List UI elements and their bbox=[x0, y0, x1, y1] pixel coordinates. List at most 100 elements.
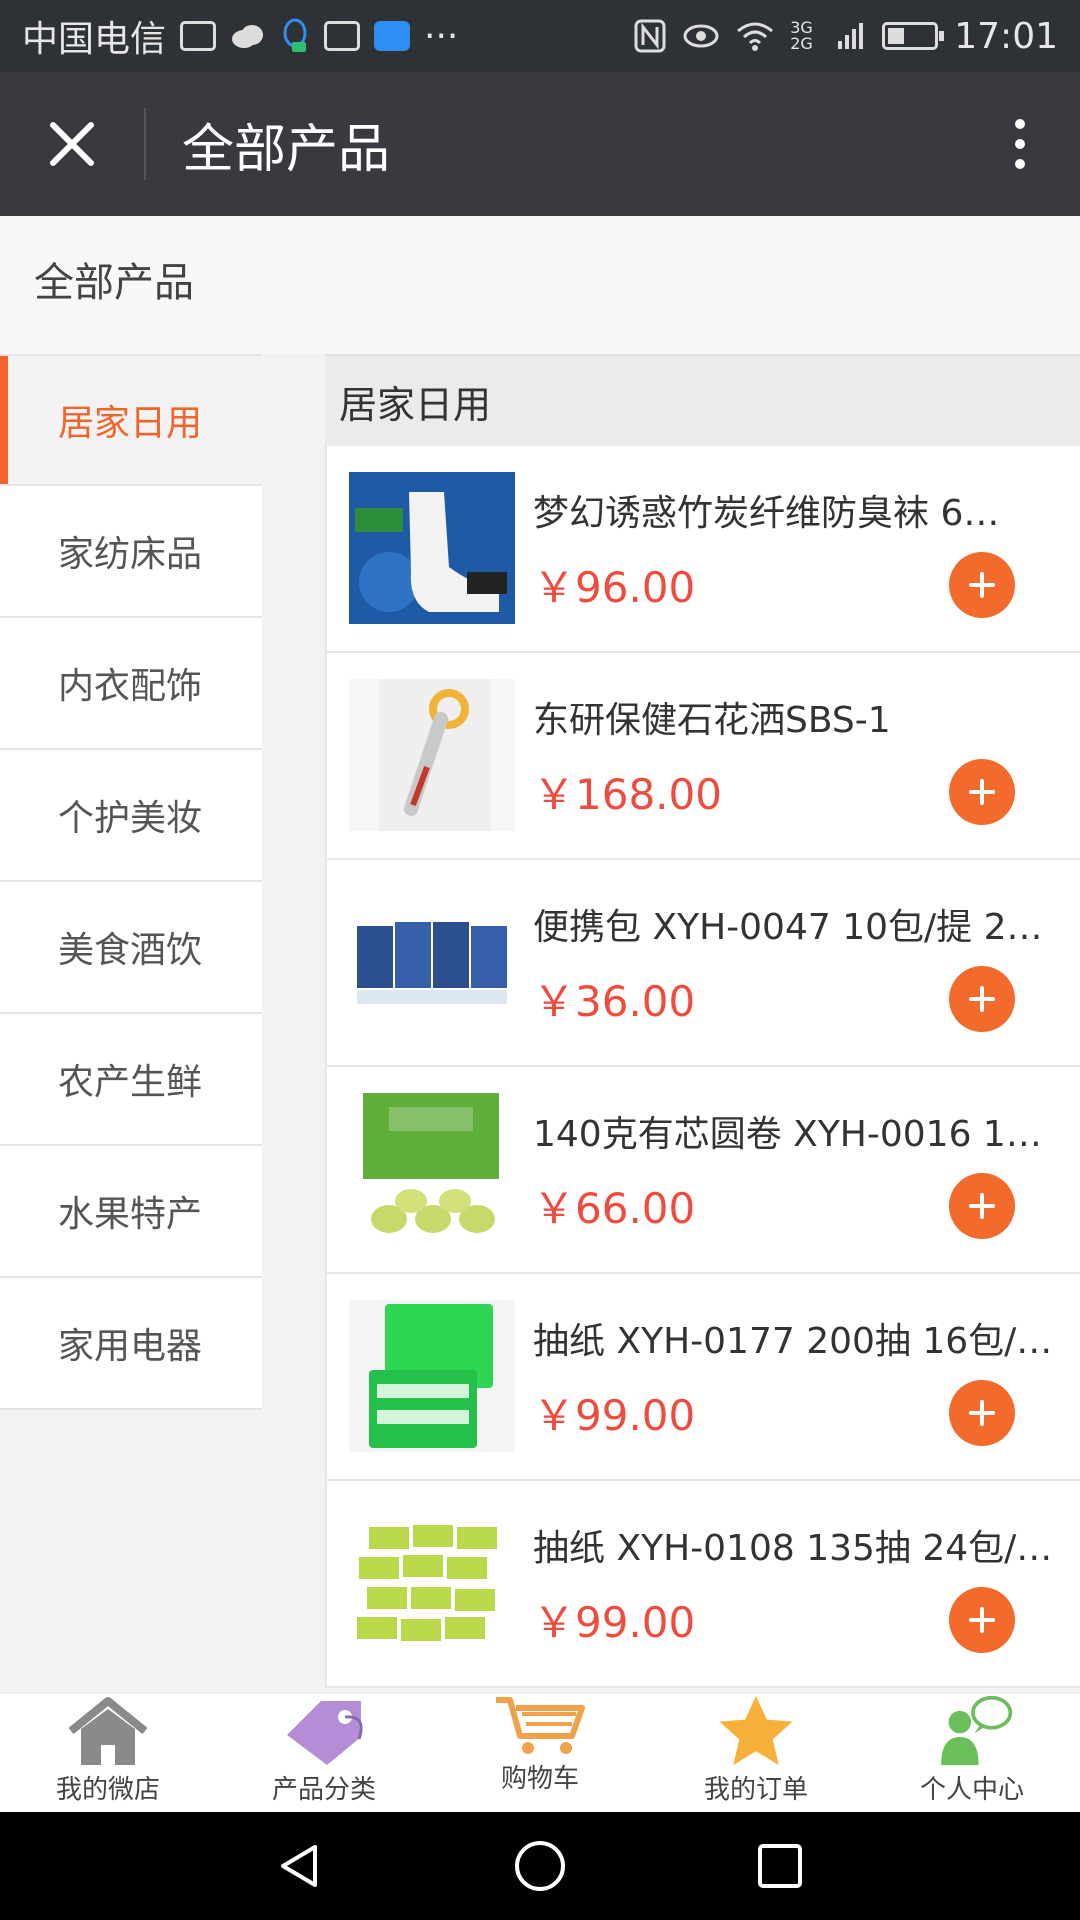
back-button[interactable] bbox=[260, 1826, 340, 1906]
more-menu-button[interactable] bbox=[960, 72, 1080, 216]
product-image bbox=[349, 1300, 515, 1452]
category-sidebar: 居家日用 家纺床品 内衣配饰 个护美妆 美食酒饮 农产生鲜 水果特产 家用电器 bbox=[0, 354, 262, 1410]
sidebar-item-food-drink[interactable]: 美食酒饮 bbox=[0, 882, 262, 1014]
product-item[interactable]: 抽纸 XYH-0108 135抽 24包/… ￥99.00 bbox=[325, 1481, 1080, 1688]
sidebar-item-label: 个护美妆 bbox=[58, 798, 203, 839]
product-item[interactable]: 便携包 XYH-0047 10包/提 2… ￥36.00 bbox=[325, 860, 1080, 1067]
product-item[interactable]: 抽纸 XYH-0177 200抽 16包/… ￥99.00 bbox=[325, 1274, 1080, 1481]
product-name: 抽纸 XYH-0108 135抽 24包/… bbox=[533, 1528, 1053, 1569]
nav-label: 购物车 bbox=[500, 1764, 579, 1794]
sidebar-item-label: 家纺床品 bbox=[58, 534, 203, 575]
plus-icon bbox=[969, 986, 995, 1012]
add-to-cart-button[interactable] bbox=[949, 1587, 1015, 1653]
system-nav-bar bbox=[0, 1812, 1080, 1920]
add-to-cart-button[interactable] bbox=[949, 1173, 1015, 1239]
section-title: 居家日用 bbox=[325, 354, 1080, 446]
product-image bbox=[349, 886, 515, 1038]
sidebar-item-fruit[interactable]: 水果特产 bbox=[0, 1146, 262, 1278]
add-to-cart-button[interactable] bbox=[949, 552, 1015, 618]
product-name: 梦幻诱惑竹炭纤维防臭袜 6… bbox=[533, 493, 1000, 534]
eye-icon bbox=[683, 24, 719, 48]
clock: 17:01 bbox=[954, 15, 1058, 57]
product-item[interactable]: 东研保健石花洒SBS-1 ￥168.00 bbox=[325, 653, 1080, 860]
wifi-icon bbox=[737, 22, 774, 51]
title-divider bbox=[144, 108, 146, 180]
network-label: 3G 2G bbox=[790, 18, 813, 53]
product-item[interactable]: 140克有芯圆卷 XYH-0016 1… ￥66.00 bbox=[325, 1067, 1080, 1274]
sidebar-item-label: 内衣配饰 bbox=[58, 666, 203, 707]
add-to-cart-button[interactable] bbox=[949, 966, 1015, 1032]
more-dot bbox=[1015, 159, 1025, 169]
star-icon bbox=[719, 1695, 793, 1766]
recents-button[interactable] bbox=[740, 1826, 820, 1906]
add-to-cart-button[interactable] bbox=[949, 759, 1015, 825]
back-icon bbox=[281, 1845, 317, 1887]
battery-icon bbox=[882, 22, 945, 50]
nav-profile[interactable]: 个人中心 bbox=[864, 1694, 1080, 1812]
product-image bbox=[349, 1507, 515, 1659]
product-name: 140克有芯圆卷 XYH-0016 1… bbox=[533, 1114, 1042, 1155]
product-item[interactable]: 梦幻诱惑竹炭纤维防臭袜 6… ￥96.00 bbox=[325, 446, 1080, 653]
product-image bbox=[349, 1093, 515, 1245]
signal-icon bbox=[838, 23, 864, 49]
sidebar-item-fresh-produce[interactable]: 农产生鲜 bbox=[0, 1014, 262, 1146]
sidebar-item-label: 美食酒饮 bbox=[58, 930, 203, 971]
cart-icon bbox=[496, 1697, 585, 1754]
close-icon bbox=[50, 122, 94, 166]
add-to-cart-button[interactable] bbox=[949, 1380, 1015, 1446]
breadcrumb: 全部产品 bbox=[0, 216, 1080, 354]
product-price: ￥66.00 bbox=[533, 1184, 696, 1233]
sidebar-item-label: 家用电器 bbox=[58, 1326, 203, 1367]
title-bar: 全部产品 bbox=[0, 72, 1080, 216]
sidebar-item-label: 农产生鲜 bbox=[58, 1062, 203, 1103]
nav-my-shop[interactable]: 我的微店 bbox=[0, 1694, 216, 1812]
qq-icon bbox=[283, 18, 307, 52]
sidebar-item-label: 水果特产 bbox=[58, 1194, 203, 1235]
more-notifications-icon: ··· bbox=[424, 15, 459, 57]
recents-icon bbox=[758, 1844, 802, 1888]
product-price: ￥99.00 bbox=[533, 1391, 696, 1440]
product-image bbox=[349, 472, 515, 624]
sidebar-item-bedding[interactable]: 家纺床品 bbox=[0, 486, 262, 618]
nav-cart[interactable]: 购物车 bbox=[432, 1694, 648, 1812]
cloud-icon bbox=[232, 25, 264, 48]
plus-icon bbox=[969, 572, 995, 598]
bottom-nav: 我的微店 产品分类 购物车 我的订单 个人中心 bbox=[0, 1692, 1080, 1812]
plus-icon bbox=[969, 1400, 995, 1426]
sidebar-item-underwear[interactable]: 内衣配饰 bbox=[0, 618, 262, 750]
home-circle-icon bbox=[515, 1841, 565, 1891]
product-list: 居家日用 梦幻诱惑竹炭纤维防臭袜 6… ￥96.00 东研保健石花洒SBS-1 … bbox=[325, 354, 1080, 1694]
product-name: 便携包 XYH-0047 10包/提 2… bbox=[533, 907, 1043, 948]
product-name: 东研保健石花洒SBS-1 bbox=[533, 700, 891, 741]
nfc-icon bbox=[634, 19, 666, 53]
film-icon bbox=[324, 21, 361, 51]
plus-icon bbox=[969, 1607, 995, 1633]
more-dot bbox=[1015, 139, 1025, 149]
nav-my-orders[interactable]: 我的订单 bbox=[648, 1694, 864, 1812]
home-icon bbox=[68, 1697, 148, 1765]
close-button[interactable] bbox=[0, 72, 144, 216]
nav-label: 我的微店 bbox=[55, 1775, 160, 1805]
sidebar-item-beauty[interactable]: 个护美妆 bbox=[0, 750, 262, 882]
nav-categories[interactable]: 产品分类 bbox=[216, 1694, 432, 1812]
nav-label: 我的订单 bbox=[703, 1775, 808, 1805]
plus-icon bbox=[969, 1193, 995, 1219]
carrier-label: 中国电信 bbox=[22, 19, 167, 60]
nav-label: 产品分类 bbox=[271, 1775, 376, 1805]
app-icon bbox=[374, 21, 411, 51]
product-price: ￥99.00 bbox=[533, 1598, 696, 1647]
sidebar-item-appliances[interactable]: 家用电器 bbox=[0, 1278, 262, 1410]
more-dot bbox=[1015, 119, 1025, 129]
user-icon bbox=[941, 1695, 1013, 1766]
briefcase-icon bbox=[180, 21, 217, 51]
home-button[interactable] bbox=[500, 1826, 580, 1906]
nav-label: 个人中心 bbox=[919, 1775, 1024, 1805]
sidebar-item-label: 居家日用 bbox=[58, 403, 203, 444]
product-name: 抽纸 XYH-0177 200抽 16包/… bbox=[533, 1321, 1053, 1362]
status-bar: 中国电信 ··· 3G 2G 17:01 bbox=[0, 0, 1080, 72]
product-image bbox=[349, 679, 515, 831]
product-price: ￥96.00 bbox=[533, 563, 696, 612]
sidebar-item-household[interactable]: 居家日用 bbox=[0, 354, 262, 486]
product-price: ￥168.00 bbox=[533, 770, 722, 819]
product-price: ￥36.00 bbox=[533, 977, 696, 1026]
